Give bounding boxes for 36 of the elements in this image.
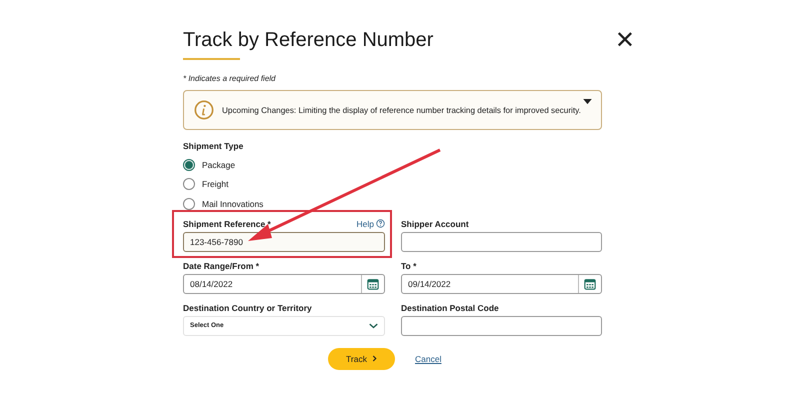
- radio-option[interactable]: Freight: [183, 174, 602, 194]
- field-label: Destination Postal Code: [401, 302, 499, 312]
- radio-option[interactable]: Package: [183, 155, 602, 174]
- radio-button[interactable]: [183, 178, 195, 190]
- chevron-icon: [369, 322, 378, 328]
- track-button[interactable]: Track: [328, 348, 395, 370]
- group-label: Shipment Type: [183, 141, 244, 151]
- radio-label: Package: [202, 160, 236, 170]
- required-note: * Indicates a required field: [183, 74, 276, 83]
- field-label: Date Range/From *: [183, 260, 260, 270]
- input-field[interactable]: [401, 232, 602, 252]
- notice-text: Upcoming Changes: Limiting the display of reference number tracking details for improved security.: [222, 106, 581, 114]
- help-link[interactable]: Help: [356, 218, 385, 228]
- radio-button[interactable]: [183, 198, 195, 210]
- caret-icon[interactable]: [583, 99, 592, 105]
- input-field[interactable]: 123-456-7890: [183, 232, 385, 252]
- radio-label: Mail Innovations: [202, 198, 264, 209]
- field-label: Shipment Reference *: [183, 218, 271, 228]
- radio-button[interactable]: [183, 158, 195, 171]
- close-button[interactable]: ✕: [614, 28, 635, 52]
- dialog-title: Track by Reference Number: [183, 28, 434, 52]
- field-label: Shipper Account: [401, 218, 469, 228]
- date-field[interactable]: 08/14/2022: [183, 274, 385, 294]
- info-icon: [194, 100, 214, 120]
- calendar-icon[interactable]: [367, 278, 379, 290]
- radio-label: Freight: [202, 179, 228, 190]
- cancel-link[interactable]: Cancel: [415, 354, 442, 364]
- field-label: To *: [401, 260, 416, 270]
- radio-option[interactable]: Mail Innovations: [183, 194, 602, 214]
- calendar-icon[interactable]: [584, 278, 596, 290]
- date-field[interactable]: 09/14/2022: [401, 274, 602, 294]
- help-icon: [376, 219, 385, 228]
- chevron-icon: [372, 355, 377, 362]
- field-label: Destination Country or Territory: [183, 302, 312, 312]
- notice-banner[interactable]: Upcoming Changes: Limiting the display of reference number tracking details for improved security.: [183, 90, 602, 130]
- input-field[interactable]: [401, 316, 602, 336]
